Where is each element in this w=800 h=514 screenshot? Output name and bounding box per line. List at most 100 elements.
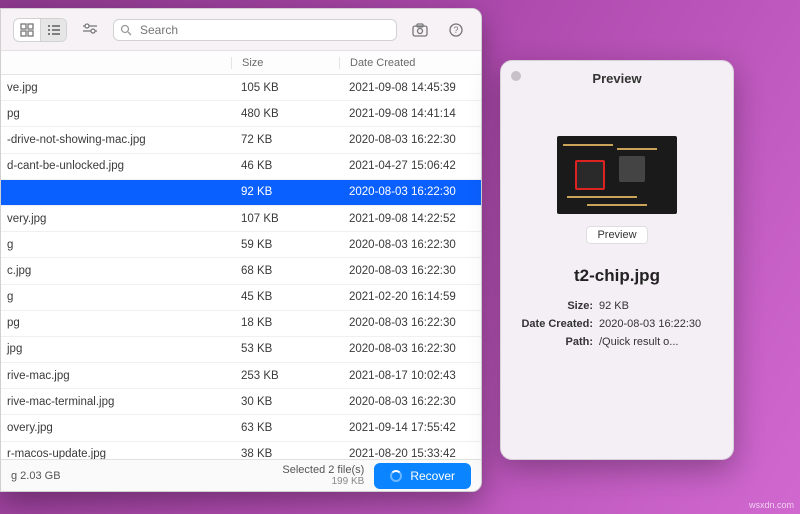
meta-path-label: Path: <box>515 336 593 348</box>
file-date-cell: 2021-09-08 14:22:52 <box>339 213 481 225</box>
file-size-cell: 105 KB <box>231 82 339 94</box>
status-bar: g 2.03 GB Selected 2 file(s) 199 KB Reco… <box>1 459 481 491</box>
file-name-cell: rive-mac.jpg <box>1 370 231 382</box>
file-date-cell: 2020-08-03 16:22:30 <box>339 343 481 355</box>
file-date-cell: 2021-08-17 10:02:43 <box>339 370 481 382</box>
file-name-cell: pg <box>1 108 231 120</box>
meta-date-value: 2020-08-03 16:22:30 <box>599 318 719 330</box>
file-name-cell: d-cant-be-unlocked.jpg <box>1 160 231 172</box>
file-name-cell: g <box>1 239 231 251</box>
file-name-cell: r-macos-update.jpg <box>1 448 231 459</box>
status-selection: Selected 2 file(s) 199 KB <box>282 464 364 487</box>
chip-2 <box>619 156 645 182</box>
search-icon <box>120 24 132 36</box>
file-size-cell: 92 KB <box>231 186 339 198</box>
search-field[interactable] <box>113 19 397 41</box>
close-window-button[interactable] <box>511 71 521 81</box>
file-date-cell: 2020-08-03 16:22:30 <box>339 134 481 146</box>
meta-date-label: Date Created: <box>515 318 593 330</box>
help-button[interactable]: ? <box>443 19 469 41</box>
camera-button[interactable] <box>407 19 433 41</box>
preview-open-button[interactable]: Preview <box>586 226 647 244</box>
column-header-date[interactable]: Date Created <box>339 57 481 69</box>
file-size-cell: 45 KB <box>231 291 339 303</box>
table-row[interactable]: rive-mac-terminal.jpg30 KB2020-08-03 16:… <box>1 389 481 415</box>
help-icon: ? <box>449 23 463 37</box>
status-selected-size: 199 KB <box>282 476 364 487</box>
table-row[interactable]: -drive-not-showing-mac.jpg72 KB2020-08-0… <box>1 127 481 153</box>
status-remaining: g 2.03 GB <box>11 470 272 482</box>
file-size-cell: 63 KB <box>231 422 339 434</box>
table-row[interactable]: jpg53 KB2020-08-03 16:22:30 <box>1 337 481 363</box>
file-name-cell: rive-mac-terminal.jpg <box>1 396 231 408</box>
meta-size-label: Size: <box>515 300 593 312</box>
file-list[interactable]: ve.jpg105 KB2021-09-08 14:45:39pg480 KB2… <box>1 75 481 459</box>
grid-icon <box>20 23 34 37</box>
file-date-cell: 2021-09-08 14:41:14 <box>339 108 481 120</box>
table-row[interactable]: 92 KB2020-08-03 16:22:30 <box>1 180 481 206</box>
file-date-cell: 2020-08-03 16:22:30 <box>339 186 481 198</box>
spinner-icon <box>390 470 402 482</box>
column-header-size[interactable]: Size <box>231 57 339 69</box>
list-view-button[interactable] <box>40 19 66 41</box>
file-size-cell: 253 KB <box>231 370 339 382</box>
status-selected-count: Selected 2 file(s) <box>282 464 364 476</box>
file-date-cell: 2020-08-03 16:22:30 <box>339 317 481 329</box>
file-name-cell: pg <box>1 317 231 329</box>
file-date-cell: 2021-08-20 15:33:42 <box>339 448 481 459</box>
search-input[interactable] <box>138 22 390 38</box>
table-row[interactable]: c.jpg68 KB2020-08-03 16:22:30 <box>1 258 481 284</box>
table-row[interactable]: ve.jpg105 KB2021-09-08 14:45:39 <box>1 75 481 101</box>
list-icon <box>47 23 61 37</box>
grid-view-button[interactable] <box>14 19 40 41</box>
filter-button[interactable] <box>77 19 103 41</box>
file-size-cell: 53 KB <box>231 343 339 355</box>
file-date-cell: 2020-08-03 16:22:30 <box>339 265 481 277</box>
file-name-cell: -drive-not-showing-mac.jpg <box>1 134 231 146</box>
file-date-cell: 2021-02-20 16:14:59 <box>339 291 481 303</box>
table-row[interactable]: d-cant-be-unlocked.jpg46 KB2021-04-27 15… <box>1 154 481 180</box>
file-browser-window: ? Size Date Created ve.jpg105 KB2021-09-… <box>0 8 482 492</box>
table-row[interactable]: pg480 KB2021-09-08 14:41:14 <box>1 101 481 127</box>
recover-button[interactable]: Recover <box>374 463 471 489</box>
toolbar: ? <box>1 9 481 51</box>
table-row[interactable]: r-macos-update.jpg38 KB2021-08-20 15:33:… <box>1 442 481 459</box>
preview-thumbnail <box>557 136 677 214</box>
watermark: wsxdn.com <box>749 500 794 510</box>
meta-size-value: 92 KB <box>599 300 719 312</box>
svg-text:?: ? <box>453 25 458 35</box>
file-name-cell: g <box>1 291 231 303</box>
file-date-cell: 2021-09-14 17:55:42 <box>339 422 481 434</box>
file-size-cell: 107 KB <box>231 213 339 225</box>
file-size-cell: 72 KB <box>231 134 339 146</box>
view-mode-toggle <box>13 18 67 42</box>
file-size-cell: 38 KB <box>231 448 339 459</box>
file-date-cell: 2021-09-08 14:45:39 <box>339 82 481 94</box>
sliders-icon <box>82 23 98 37</box>
file-date-cell: 2020-08-03 16:22:30 <box>339 396 481 408</box>
table-row[interactable]: g45 KB2021-02-20 16:14:59 <box>1 285 481 311</box>
table-row[interactable]: pg18 KB2020-08-03 16:22:30 <box>1 311 481 337</box>
file-size-cell: 30 KB <box>231 396 339 408</box>
file-name-cell: jpg <box>1 343 231 355</box>
t2-chip-highlight <box>575 160 605 190</box>
file-size-cell: 480 KB <box>231 108 339 120</box>
file-name-cell: overy.jpg <box>1 422 231 434</box>
table-row[interactable]: very.jpg107 KB2021-09-08 14:22:52 <box>1 206 481 232</box>
table-row[interactable]: rive-mac.jpg253 KB2021-08-17 10:02:43 <box>1 363 481 389</box>
file-date-cell: 2021-04-27 15:06:42 <box>339 160 481 172</box>
file-name-cell: c.jpg <box>1 265 231 277</box>
file-size-cell: 18 KB <box>231 317 339 329</box>
meta-path-value: /Quick result o... <box>599 336 719 348</box>
preview-filename: t2-chip.jpg <box>574 266 660 286</box>
file-name-cell: ve.jpg <box>1 82 231 94</box>
preview-metadata: Size: 92 KB Date Created: 2020-08-03 16:… <box>515 300 719 354</box>
table-row[interactable]: g59 KB2020-08-03 16:22:30 <box>1 232 481 258</box>
column-headers: Size Date Created <box>1 51 481 75</box>
file-date-cell: 2020-08-03 16:22:30 <box>339 239 481 251</box>
preview-panel: Preview Preview t2-chip.jpg Size: 92 KB … <box>500 60 734 460</box>
table-row[interactable]: overy.jpg63 KB2021-09-14 17:55:42 <box>1 415 481 441</box>
preview-title: Preview <box>592 71 641 86</box>
file-name-cell: very.jpg <box>1 213 231 225</box>
file-size-cell: 59 KB <box>231 239 339 251</box>
